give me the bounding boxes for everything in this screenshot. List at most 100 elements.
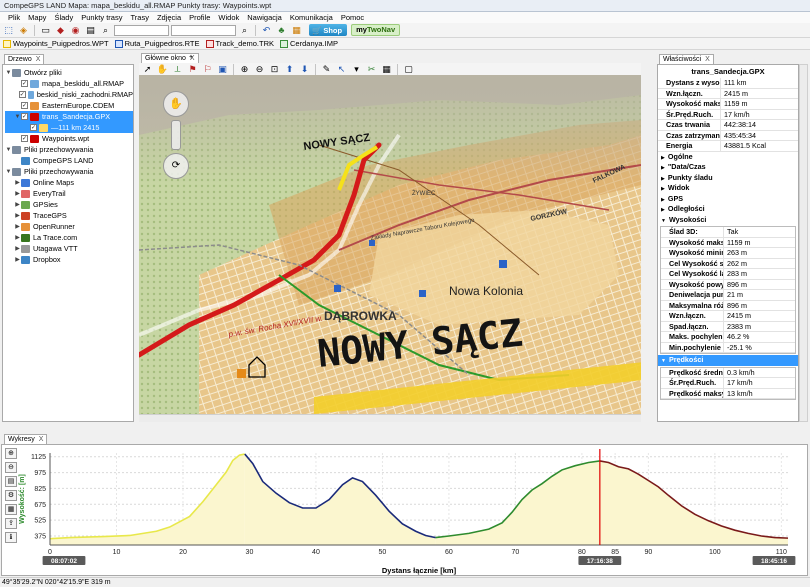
document-track[interactable]: Track_demo.TRK — [205, 39, 274, 48]
expand-toggle-icon[interactable]: ▶ — [14, 234, 21, 241]
zoom-out-icon[interactable]: ⊖ — [253, 63, 266, 75]
expand-toggle-icon[interactable]: ▶ — [14, 201, 21, 208]
properties-section[interactable]: ▶ Odległości — [658, 204, 798, 215]
hand-icon[interactable]: ✋ — [156, 63, 169, 75]
pointer-icon[interactable]: ↖ — [335, 63, 348, 75]
search-input[interactable] — [171, 24, 236, 36]
properties-section[interactable]: ▶ Ogólne — [658, 152, 798, 163]
fullscreen-icon[interactable]: ▢ — [402, 63, 415, 75]
tree-item[interactable]: ✓ —111 km 2415 — [5, 122, 133, 133]
undo-icon[interactable]: ↶ — [260, 24, 273, 36]
brush-icon[interactable]: ✎ — [320, 63, 333, 75]
properties-section[interactable]: ▶ Widok — [658, 183, 798, 194]
expand-toggle-icon[interactable]: ▶ — [14, 212, 21, 219]
menu-communication[interactable]: Komunikacja — [286, 12, 337, 23]
expand-toggle-icon[interactable]: ▼ — [5, 169, 12, 175]
gps-send-icon[interactable]: ◉ — [69, 24, 82, 36]
zoom-fit-icon[interactable]: ⊡ — [268, 63, 281, 75]
properties-tab[interactable]: Właściwości X — [659, 54, 714, 64]
tree-item[interactable]: ✓ Waypoints.wpt — [5, 133, 133, 144]
chart-table-icon[interactable]: ▦ — [5, 504, 17, 515]
close-icon[interactable]: X — [39, 435, 44, 444]
expand-toggle-icon[interactable]: ▼ — [14, 114, 21, 120]
tree-item[interactable]: ✓ beskid_niski_zachodni.RMAP — [5, 89, 133, 100]
search-map-icon[interactable]: ⌕ — [99, 24, 112, 36]
pan-control-icon[interactable]: ✋ — [163, 91, 189, 117]
chart-info-icon[interactable]: ℹ — [5, 532, 17, 543]
add-tab-button[interactable]: + — [186, 53, 196, 63]
arrow-down-icon[interactable]: ⬇ — [298, 63, 311, 75]
close-icon[interactable]: X — [36, 55, 41, 64]
tree-item[interactable]: ▼ Pliki przechowywania — [5, 166, 133, 177]
rotate-control-icon[interactable]: ⟳ — [163, 153, 189, 179]
menu-maps[interactable]: Mapy — [24, 12, 50, 23]
document-imp[interactable]: Cerdanya.IMP — [280, 39, 338, 48]
tree-item[interactable]: ▶ Online Maps — [5, 177, 133, 188]
split-icon[interactable]: ✂ — [365, 63, 378, 75]
tree-item[interactable]: ▶ EveryTrail — [5, 188, 133, 199]
properties-section[interactable]: ▼ Wysokości — [658, 215, 798, 226]
tree-item-checkbox[interactable]: ✓ — [21, 102, 28, 109]
expand-toggle-icon[interactable]: ▶ — [14, 190, 21, 197]
tree-tab[interactable]: Drzewo X — [4, 54, 45, 64]
save-file-icon[interactable]: ◆ — [54, 24, 67, 36]
arrow-up-icon[interactable]: ⬆ — [283, 63, 296, 75]
menu-tracks[interactable]: Ślady — [50, 12, 77, 23]
flag-icon[interactable]: ⚐ — [201, 63, 214, 75]
pin-icon[interactable]: ⚑ — [186, 63, 199, 75]
zoom-in-icon[interactable]: ⊕ — [238, 63, 251, 75]
tree-item[interactable]: ▶ Utagawa VTT — [5, 243, 133, 254]
chart-zoom-in-icon[interactable]: ⊕ — [5, 448, 17, 459]
tree-item[interactable]: ▶ Dropbox — [5, 254, 133, 265]
measure-icon[interactable]: ⟂ — [171, 63, 184, 75]
grid-view-icon[interactable]: ▦ — [380, 63, 393, 75]
tree-item-checkbox[interactable]: ✓ — [21, 80, 28, 87]
document-waypoints[interactable]: Waypoints_Puigpedros.WPT — [3, 39, 109, 48]
layers-dropdown-icon[interactable]: ▾ — [350, 63, 363, 75]
layers-icon[interactable]: ◈ — [17, 24, 30, 36]
tree-item-checkbox[interactable]: ✓ — [21, 113, 28, 120]
menu-help[interactable]: Pomoc — [337, 12, 368, 23]
open-file-icon[interactable]: ▭ — [39, 24, 52, 36]
select-tool-icon[interactable]: ⬚ — [2, 24, 15, 36]
print-icon[interactable]: ▤ — [84, 24, 97, 36]
charts-tab[interactable]: Wykresy X — [4, 434, 48, 444]
cursor-icon[interactable]: ➚ — [141, 63, 154, 75]
menu-waypoints[interactable]: Punkty trasy — [77, 12, 126, 23]
chart-settings-icon[interactable]: ⚙ — [5, 490, 17, 501]
expand-toggle-icon[interactable]: ▼ — [5, 70, 12, 76]
tree-item-checkbox[interactable]: ✓ — [21, 135, 28, 142]
menu-view[interactable]: Widok — [214, 12, 243, 23]
map-3d-icon[interactable]: ▣ — [216, 63, 229, 75]
properties-section[interactable]: ▶ GPS — [658, 194, 798, 205]
expand-toggle-icon[interactable]: ▶ — [14, 179, 21, 186]
chart-print-icon[interactable]: ▤ — [5, 476, 17, 487]
properties-section[interactable]: ▶ Punkty śladu — [658, 173, 798, 184]
tree-item[interactable]: ▶ OpenRunner — [5, 221, 133, 232]
document-route[interactable]: Ruta_Puigpedros.RTE — [114, 39, 200, 48]
tree-item[interactable]: ▼ ✓ trans_Sandecja.GPX — [5, 111, 133, 122]
tree-item[interactable]: ✓ EasternEurope.CDEM — [5, 100, 133, 111]
mytwonav-button[interactable]: myTwoNav — [351, 24, 401, 36]
menu-navigation[interactable]: Nawigacja — [243, 12, 286, 23]
expand-toggle-icon[interactable]: ▶ — [14, 256, 21, 263]
map-horizontal-scrollbar[interactable] — [139, 414, 641, 422]
expand-toggle-icon[interactable]: ▶ — [14, 223, 21, 230]
map-nav-control[interactable]: ✋ ⟳ — [163, 91, 189, 181]
menu-file[interactable]: Plik — [4, 12, 24, 23]
tree-item-checkbox[interactable]: ✓ — [30, 124, 37, 131]
grid-icon[interactable]: ▦ — [290, 24, 303, 36]
close-icon[interactable]: X — [705, 55, 710, 64]
tree-item[interactable]: ▼ Pliki przechowywania — [5, 144, 133, 155]
menu-profile[interactable]: Profile — [185, 12, 214, 23]
tree-item[interactable]: ▶ La Trace.com — [5, 232, 133, 243]
map-view[interactable]: NOWY SĄCZ DĄBROWKA Nowa Kolonia GORZKÓW … — [139, 75, 641, 414]
tree-item[interactable]: ▶ TraceGPS — [5, 210, 133, 221]
tools-icon[interactable]: ♣ — [275, 24, 288, 36]
properties-scrollbar[interactable] — [799, 64, 808, 422]
chart-export-icon[interactable]: ⇪ — [5, 518, 17, 529]
elevation-chart[interactable]: 375 525 675 825 975 1125 0 10 20 30 40 50 60 70 80 85 90… — [18, 445, 808, 575]
menu-routes[interactable]: Trasy — [126, 12, 152, 23]
expand-toggle-icon[interactable]: ▶ — [14, 245, 21, 252]
tree-item-checkbox[interactable]: ✓ — [18, 91, 26, 98]
